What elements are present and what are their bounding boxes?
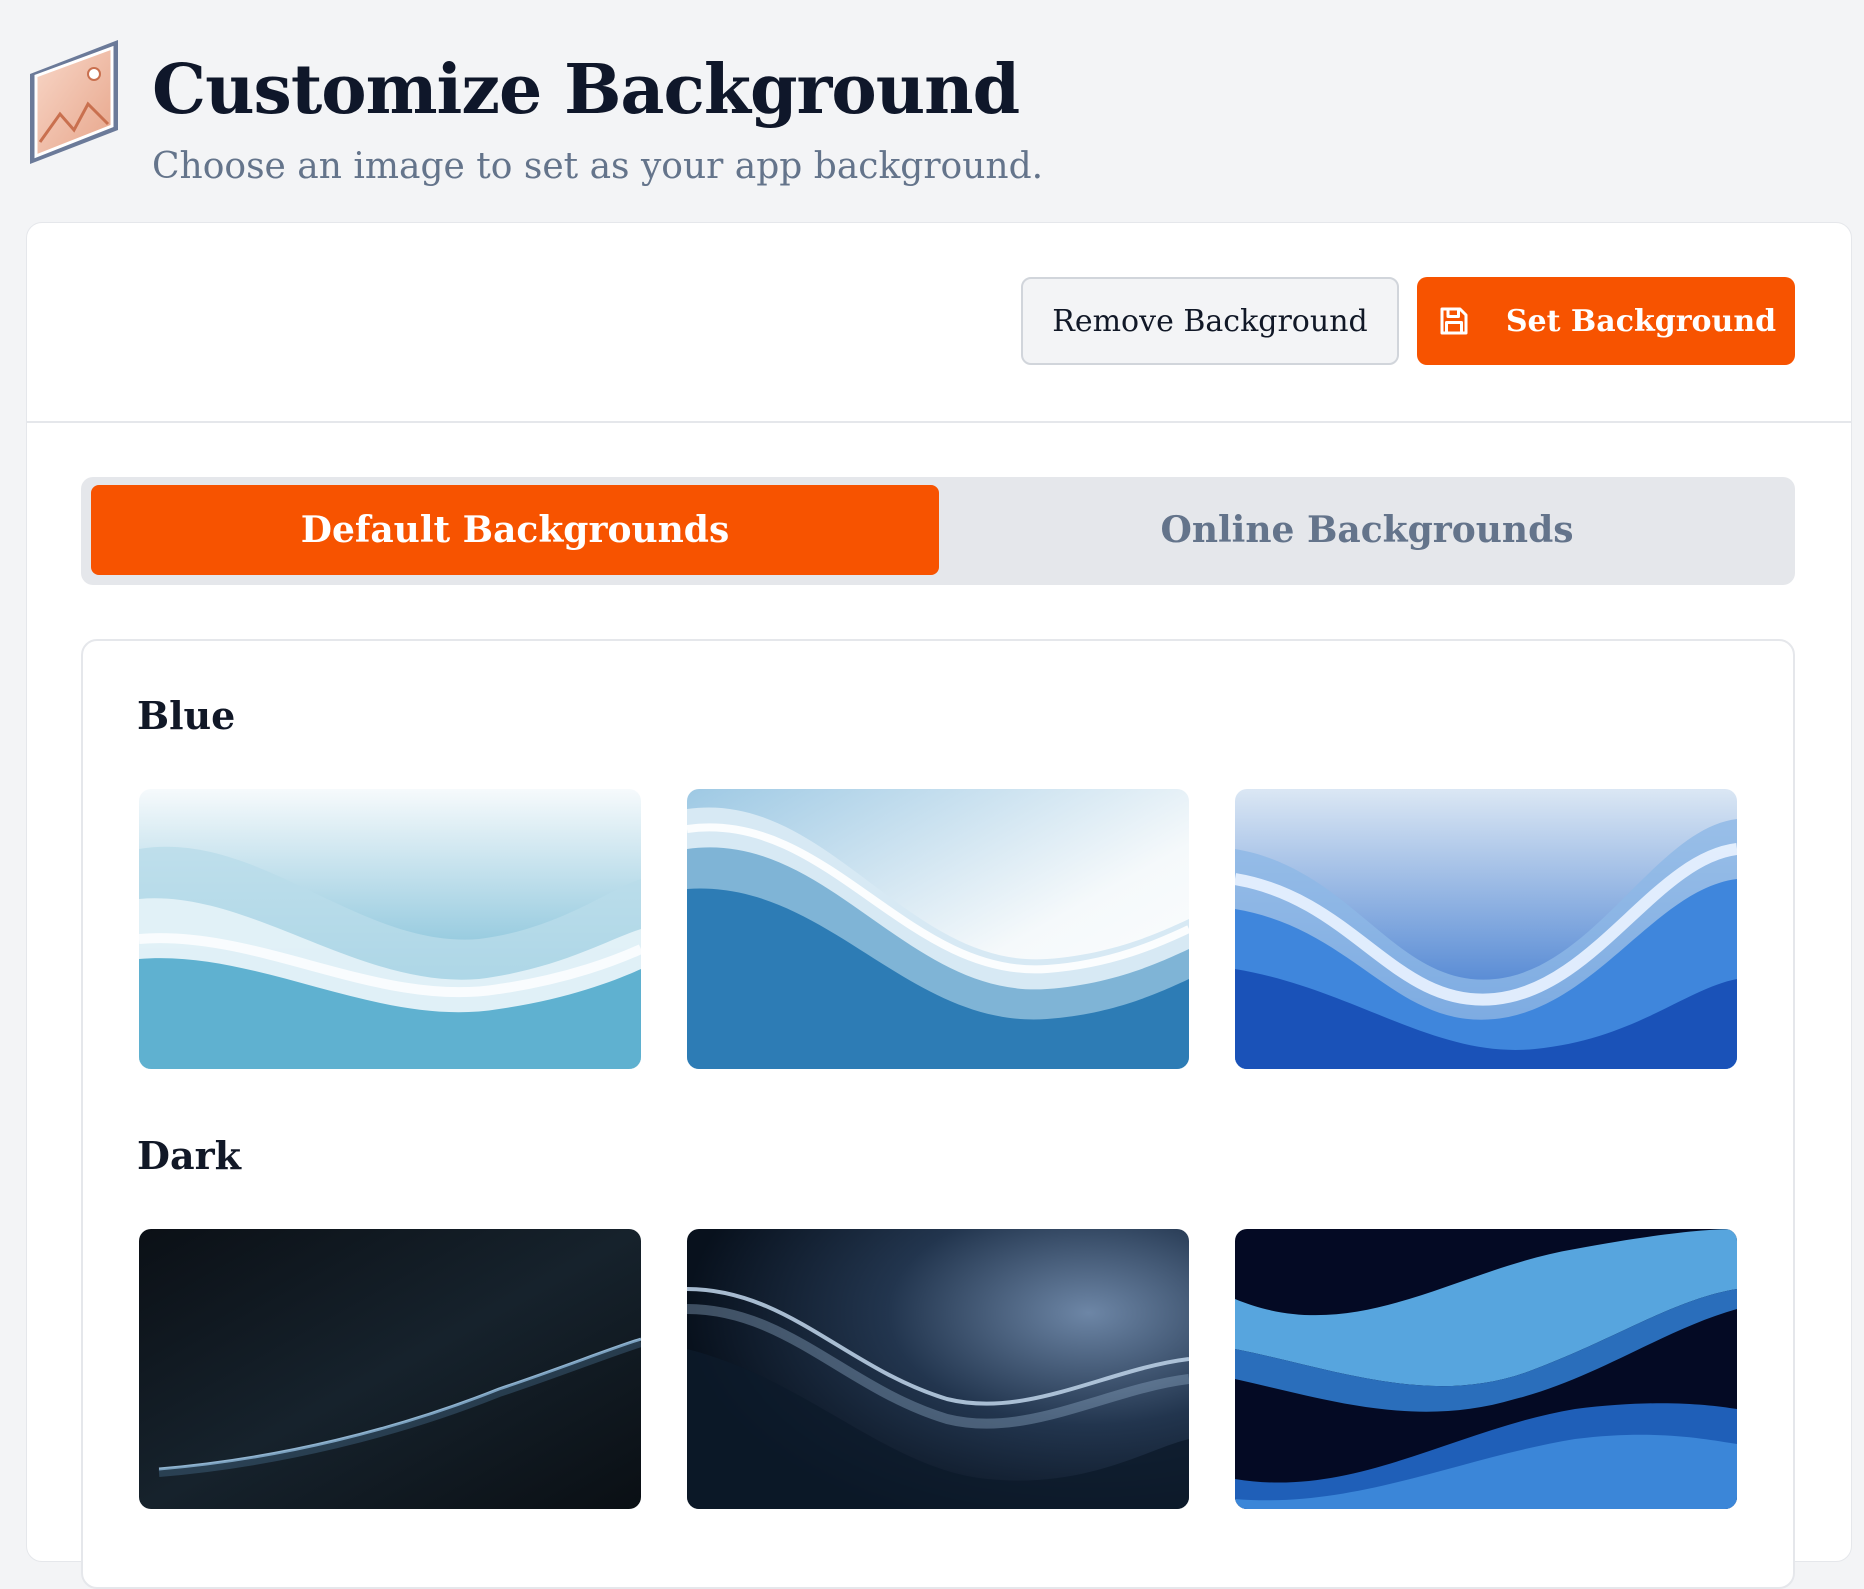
thumbnail-blue-3[interactable]	[1235, 789, 1737, 1069]
toolbar: Remove Background Set Background	[27, 223, 1851, 423]
remove-background-label: Remove Background	[1052, 303, 1368, 339]
thumbnail-dark-3[interactable]	[1235, 1229, 1737, 1509]
section-title-dark: Dark	[137, 1133, 241, 1178]
tab-online-backgrounds[interactable]: Online Backgrounds	[943, 485, 1791, 575]
thumbnail-blue-2[interactable]	[687, 789, 1189, 1069]
save-icon	[1440, 307, 1468, 335]
thumbnail-dark-2[interactable]	[687, 1229, 1189, 1509]
section-title-blue: Blue	[137, 693, 236, 738]
background-tabs: Default Backgrounds Online Backgrounds	[81, 477, 1795, 585]
thumbnail-dark-1[interactable]	[139, 1229, 641, 1509]
thumbnail-blue-1[interactable]	[139, 789, 641, 1069]
page-subtitle: Choose an image to set as your app backg…	[152, 146, 1044, 187]
image-frame-icon	[30, 40, 118, 164]
set-background-label: Set Background	[1505, 303, 1777, 339]
settings-card: Remove Background Set Background Default…	[26, 222, 1852, 1589]
set-background-button[interactable]: Set Background	[1417, 277, 1795, 365]
tab-default-backgrounds[interactable]: Default Backgrounds	[91, 485, 939, 575]
remove-background-button[interactable]: Remove Background	[1021, 277, 1399, 365]
gallery-panel: Blue Dark	[81, 639, 1795, 1589]
page: Customize Background Choose an image to …	[0, 0, 1864, 1589]
page-title: Customize Background	[152, 50, 1020, 130]
